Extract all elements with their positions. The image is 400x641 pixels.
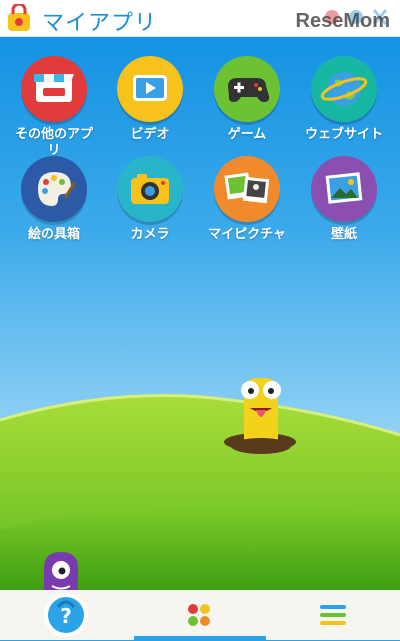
wallpaper-icon — [311, 156, 377, 222]
app-wallpaper[interactable]: 壁紙 — [298, 156, 390, 256]
active-tab-indicator — [134, 636, 266, 640]
app-label: 壁紙 — [330, 227, 357, 242]
app-games[interactable]: ゲーム — [201, 56, 293, 156]
yellow-monster-illustration — [231, 378, 291, 454]
watermark-text: ReseMom — [295, 10, 390, 32]
bottom-navigation-bar: ? — [0, 590, 400, 640]
app-label: ビデオ — [130, 127, 170, 142]
app-label: カメラ — [130, 227, 170, 242]
app-video[interactable]: ビデオ — [104, 56, 196, 156]
app-label: 絵の具箱 — [27, 227, 80, 242]
store-icon — [21, 56, 87, 122]
app-label: その他のアプ — [14, 127, 93, 142]
camera-icon — [117, 156, 183, 222]
app-websites[interactable]: ウェブサイト — [298, 56, 390, 156]
gamepad-icon — [214, 56, 280, 122]
app-other-apps[interactable]: その他のアプ リ — [8, 56, 100, 158]
app-camera[interactable]: カメラ — [104, 156, 196, 256]
app-paint-box[interactable]: 絵の具箱 — [8, 156, 100, 256]
help-label: ? — [60, 604, 72, 628]
photos-icon — [214, 156, 280, 222]
video-play-icon — [117, 56, 183, 122]
app-my-pictures[interactable]: マイピクチャ — [201, 156, 293, 256]
app-label: ゲーム — [227, 127, 267, 142]
menu-lines-icon[interactable] — [320, 604, 346, 626]
app-label: ウェブサイト — [304, 127, 383, 142]
app-header: マイアプリ ReseMom — [0, 0, 400, 37]
palette-icon — [21, 156, 87, 222]
help-icon: ? — [48, 597, 84, 633]
app-label: マイピクチャ — [208, 227, 286, 242]
globe-icon — [311, 56, 377, 122]
apps-dots-icon[interactable] — [186, 602, 212, 628]
page-title: マイアプリ — [42, 11, 158, 36]
help-button[interactable]: ? — [44, 593, 88, 637]
app-lock-icon[interactable] — [6, 4, 32, 32]
